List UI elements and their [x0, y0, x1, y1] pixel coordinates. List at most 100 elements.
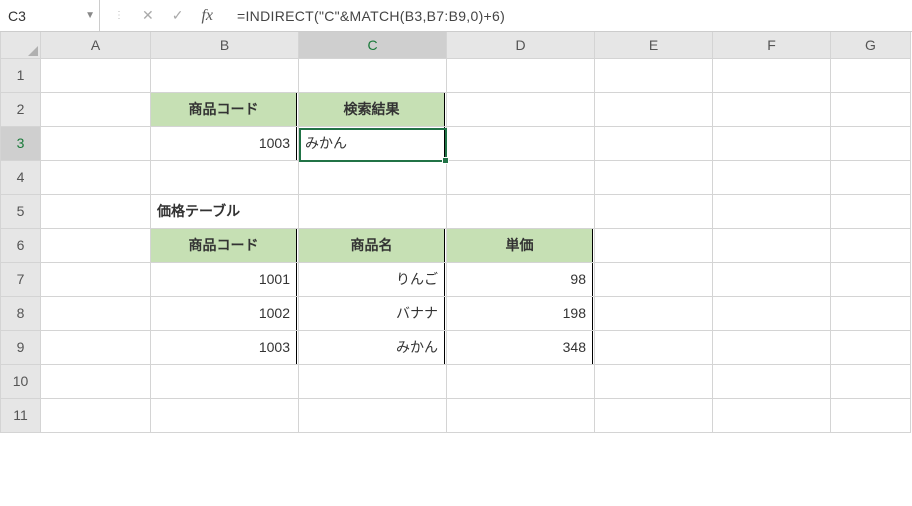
cell-G3[interactable] — [831, 126, 911, 160]
row-header-8[interactable]: 8 — [1, 296, 41, 330]
cell-D2[interactable] — [447, 92, 595, 126]
cell-G11[interactable] — [831, 398, 911, 432]
fx-icon[interactable]: fx — [201, 7, 213, 25]
cell-B6[interactable]: 商品コード — [151, 228, 299, 262]
cell-A1[interactable] — [41, 58, 151, 92]
cell-G9[interactable] — [831, 330, 911, 364]
cell-E9[interactable] — [595, 330, 713, 364]
row-header-11[interactable]: 11 — [1, 398, 41, 432]
cell-G4[interactable] — [831, 160, 911, 194]
row-header-6[interactable]: 6 — [1, 228, 41, 262]
cell-A9[interactable] — [41, 330, 151, 364]
cell-G1[interactable] — [831, 58, 911, 92]
cell-E2[interactable] — [595, 92, 713, 126]
cell-G10[interactable] — [831, 364, 911, 398]
cell-F9[interactable] — [713, 330, 831, 364]
cell-E7[interactable] — [595, 262, 713, 296]
cell-G2[interactable] — [831, 92, 911, 126]
cell-F5[interactable] — [713, 194, 831, 228]
cell-F8[interactable] — [713, 296, 831, 330]
cell-D10[interactable] — [447, 364, 595, 398]
cell-E5[interactable] — [595, 194, 713, 228]
cell-B11[interactable] — [151, 398, 299, 432]
cell-G8[interactable] — [831, 296, 911, 330]
cell-D6[interactable]: 単価 — [447, 228, 595, 262]
col-header-G[interactable]: G — [831, 32, 911, 58]
row-header-10[interactable]: 10 — [1, 364, 41, 398]
row-header-7[interactable]: 7 — [1, 262, 41, 296]
enter-icon[interactable]: ✓ — [172, 7, 184, 24]
cell-C8[interactable]: バナナ — [299, 296, 447, 330]
cell-E11[interactable] — [595, 398, 713, 432]
cell-F6[interactable] — [713, 228, 831, 262]
cell-E10[interactable] — [595, 364, 713, 398]
cell-A7[interactable] — [41, 262, 151, 296]
cell-B8[interactable]: 1002 — [151, 296, 299, 330]
cell-C11[interactable] — [299, 398, 447, 432]
cell-B3[interactable]: 1003 — [151, 126, 299, 160]
col-header-C[interactable]: C — [299, 32, 447, 58]
cell-C2[interactable]: 検索結果 — [299, 92, 447, 126]
cell-D7[interactable]: 98 — [447, 262, 595, 296]
cell-C10[interactable] — [299, 364, 447, 398]
cell-E1[interactable] — [595, 58, 713, 92]
cell-B4[interactable] — [151, 160, 299, 194]
col-header-B[interactable]: B — [151, 32, 299, 58]
cell-E8[interactable] — [595, 296, 713, 330]
row-header-4[interactable]: 4 — [1, 160, 41, 194]
cell-E4[interactable] — [595, 160, 713, 194]
cell-F4[interactable] — [713, 160, 831, 194]
cell-G6[interactable] — [831, 228, 911, 262]
col-header-D[interactable]: D — [447, 32, 595, 58]
cell-C3[interactable]: みかん — [299, 126, 447, 160]
cell-D4[interactable] — [447, 160, 595, 194]
cell-G7[interactable] — [831, 262, 911, 296]
cancel-icon[interactable]: ✕ — [142, 7, 154, 24]
cell-C7[interactable]: りんご — [299, 262, 447, 296]
cell-B5[interactable]: 価格テーブル — [151, 194, 299, 228]
cell-D11[interactable] — [447, 398, 595, 432]
select-all-corner[interactable] — [1, 32, 41, 58]
cell-A4[interactable] — [41, 160, 151, 194]
cell-G5[interactable] — [831, 194, 911, 228]
cell-D1[interactable] — [447, 58, 595, 92]
cell-E3[interactable] — [595, 126, 713, 160]
name-box-dropdown-icon[interactable]: ▼ — [85, 10, 95, 21]
expand-icon[interactable]: ⋮ — [114, 10, 124, 21]
cell-D9[interactable]: 348 — [447, 330, 595, 364]
cell-F1[interactable] — [713, 58, 831, 92]
cell-B7[interactable]: 1001 — [151, 262, 299, 296]
row-header-9[interactable]: 9 — [1, 330, 41, 364]
cell-E6[interactable] — [595, 228, 713, 262]
cell-A2[interactable] — [41, 92, 151, 126]
cell-A8[interactable] — [41, 296, 151, 330]
cell-F7[interactable] — [713, 262, 831, 296]
cell-A10[interactable] — [41, 364, 151, 398]
cell-F3[interactable] — [713, 126, 831, 160]
row-header-1[interactable]: 1 — [1, 58, 41, 92]
cell-B1[interactable] — [151, 58, 299, 92]
cell-D3[interactable] — [447, 126, 595, 160]
col-header-A[interactable]: A — [41, 32, 151, 58]
col-header-E[interactable]: E — [595, 32, 713, 58]
cell-A6[interactable] — [41, 228, 151, 262]
col-header-F[interactable]: F — [713, 32, 831, 58]
cell-C1[interactable] — [299, 58, 447, 92]
cell-C6[interactable]: 商品名 — [299, 228, 447, 262]
cell-F2[interactable] — [713, 92, 831, 126]
name-box[interactable]: C3 ▼ — [0, 0, 100, 31]
cell-D8[interactable]: 198 — [447, 296, 595, 330]
cell-F11[interactable] — [713, 398, 831, 432]
cell-B2[interactable]: 商品コード — [151, 92, 299, 126]
row-header-3[interactable]: 3 — [1, 126, 41, 160]
cell-B10[interactable] — [151, 364, 299, 398]
cell-A3[interactable] — [41, 126, 151, 160]
cell-C9[interactable]: みかん — [299, 330, 447, 364]
cell-A11[interactable] — [41, 398, 151, 432]
formula-input[interactable]: =INDIRECT("C"&MATCH(B3,B7:B9,0)+6) — [227, 8, 912, 24]
cell-A5[interactable] — [41, 194, 151, 228]
cell-C4[interactable] — [299, 160, 447, 194]
row-header-2[interactable]: 2 — [1, 92, 41, 126]
row-header-5[interactable]: 5 — [1, 194, 41, 228]
cell-C5[interactable] — [299, 194, 447, 228]
